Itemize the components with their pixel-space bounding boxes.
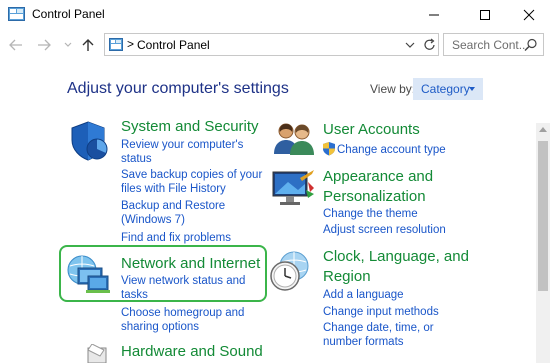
minimize-button[interactable] xyxy=(411,0,457,30)
link-add-language[interactable]: Add a language xyxy=(323,287,404,303)
close-button[interactable] xyxy=(506,0,550,30)
category-appearance-and-personalization[interactable]: Appearance and xyxy=(323,167,433,187)
network-icon[interactable] xyxy=(64,252,112,298)
recent-locations-button[interactable] xyxy=(60,36,76,54)
link-review-status[interactable]: status xyxy=(121,151,152,167)
caret-down-icon xyxy=(469,87,475,91)
category-network-and-internet[interactable]: Network and Internet xyxy=(121,254,260,274)
uac-shield-icon xyxy=(323,142,335,156)
link-input-methods[interactable]: Change input methods xyxy=(323,304,439,320)
scroll-thumb[interactable] xyxy=(538,141,548,291)
search-input[interactable]: Search Cont... xyxy=(443,33,544,56)
scroll-up-icon[interactable] xyxy=(539,127,547,132)
arrow-left-icon xyxy=(9,39,22,51)
control-panel-icon xyxy=(8,7,25,21)
category-system-and-security[interactable]: System and Security xyxy=(121,117,259,137)
maximize-icon xyxy=(480,10,490,20)
link-screen-resolution[interactable]: Adjust screen resolution xyxy=(323,222,446,238)
user-accounts-icon[interactable] xyxy=(272,120,316,156)
breadcrumb-separator[interactable]: > xyxy=(127,37,134,51)
arrow-up-icon xyxy=(82,39,94,51)
link-homegroup[interactable]: sharing options xyxy=(121,319,199,335)
category-clock-language-region[interactable]: Region xyxy=(323,267,371,287)
link-change-theme[interactable]: Change the theme xyxy=(323,206,418,222)
link-find-fix-problems[interactable]: Find and fix problems xyxy=(121,230,231,246)
category-hardware-and-sound[interactable]: Hardware and Sound xyxy=(121,342,263,362)
arrow-right-icon xyxy=(38,39,51,51)
category-appearance-and-personalization[interactable]: Personalization xyxy=(323,187,426,207)
back-button[interactable] xyxy=(8,36,24,54)
clock-globe-icon[interactable] xyxy=(268,250,314,294)
link-backup-restore[interactable]: (Windows 7) xyxy=(121,212,185,228)
printer-icon[interactable] xyxy=(80,344,114,363)
link-file-history[interactable]: files with File History xyxy=(121,181,226,197)
link-change-account-type[interactable]: Change account type xyxy=(337,142,446,158)
breadcrumb[interactable]: Control Panel xyxy=(137,38,210,52)
search-icon[interactable] xyxy=(524,38,538,52)
close-icon xyxy=(523,9,535,21)
refresh-icon[interactable] xyxy=(423,37,437,53)
category-clock-language-region[interactable]: Clock, Language, and xyxy=(323,247,469,267)
link-date-time-formats[interactable]: number formats xyxy=(323,334,404,350)
window-title: Control Panel xyxy=(32,7,105,21)
view-by-dropdown[interactable]: Category xyxy=(413,78,483,100)
search-placeholder[interactable]: Search Cont... xyxy=(452,38,529,52)
address-bar[interactable]: > Control Panel xyxy=(104,33,439,56)
view-by-label: View by: xyxy=(370,82,416,96)
chevron-down-icon[interactable] xyxy=(403,37,417,53)
chevron-down-icon xyxy=(64,42,72,47)
shield-icon[interactable] xyxy=(68,120,110,162)
vertical-scrollbar[interactable] xyxy=(536,123,550,363)
control-panel-icon xyxy=(109,38,123,51)
minimize-icon xyxy=(429,14,439,16)
forward-button[interactable] xyxy=(36,36,52,54)
view-by-value[interactable]: Category xyxy=(421,82,470,96)
title-bar: Control Panel xyxy=(0,0,550,30)
link-network-status[interactable]: tasks xyxy=(121,287,148,303)
appearance-icon[interactable] xyxy=(270,168,316,208)
page-title: Adjust your computer's settings xyxy=(67,80,289,97)
maximize-button[interactable] xyxy=(462,0,508,30)
category-user-accounts[interactable]: User Accounts xyxy=(323,120,420,140)
up-button[interactable] xyxy=(80,36,96,54)
